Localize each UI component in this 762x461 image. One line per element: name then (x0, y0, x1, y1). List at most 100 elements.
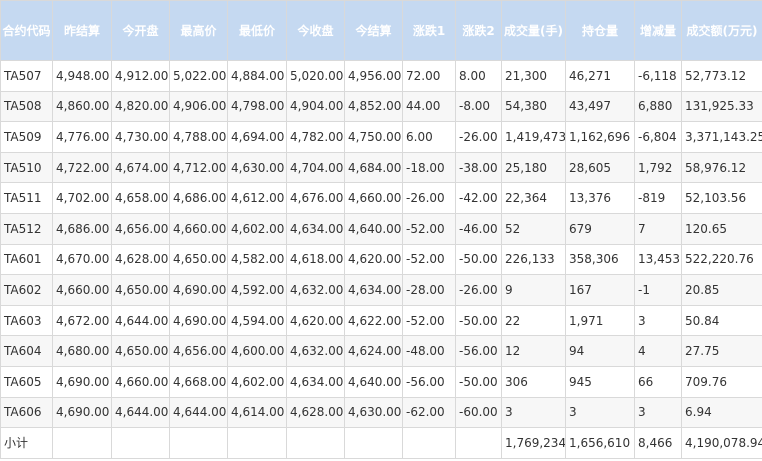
table-cell: 4,686.00 (169, 182, 228, 214)
table-cell (455, 427, 502, 459)
table-cell: 4,730.00 (111, 121, 170, 153)
table-cell: 小计 (0, 427, 53, 459)
table-cell: 4,660.00 (52, 274, 112, 306)
header-settle: 今结算 (344, 0, 403, 61)
table-cell: 1,162,696 (565, 121, 635, 153)
header-prev-settle: 昨结算 (52, 0, 112, 61)
table-cell: 226,133 (501, 243, 566, 276)
table-cell: 4,798.00 (227, 90, 287, 123)
table-cell: -1 (634, 274, 682, 306)
table-cell: -52.00 (402, 212, 456, 245)
header-oi-change: 增减量 (634, 0, 682, 61)
table-cell: 9 (501, 274, 566, 306)
header-open-interest: 持仓量 (565, 0, 635, 61)
table-cell: 4,660.00 (344, 182, 403, 214)
table-cell (227, 427, 287, 459)
table-cell: 4,904.00 (286, 90, 345, 123)
table-cell: -50.00 (455, 365, 502, 398)
table-cell: 120.65 (681, 212, 762, 245)
table-cell: -56.00 (402, 365, 456, 398)
table-cell: 4,644.00 (111, 304, 170, 337)
table-row: TA507 4,948.00 4,912.00 5,022.00 4,884.00 5,0… (0, 60, 762, 92)
table-cell: 12 (501, 335, 566, 367)
table-cell: -8.00 (455, 90, 502, 123)
table-cell: 4,650.00 (111, 274, 170, 306)
table-cell: 46,271 (565, 60, 635, 92)
table-cell: 4,620.00 (344, 243, 403, 276)
table-cell: 679 (565, 212, 635, 245)
table-row: TA602 4,660.00 4,650.00 4,690.00 4,592.00 4,6… (0, 274, 762, 306)
table-cell (286, 427, 345, 459)
table-cell: 4,634.00 (286, 212, 345, 245)
table-cell: 4,776.00 (52, 121, 112, 153)
table-cell: 4,712.00 (169, 151, 228, 184)
table-cell: TA602 (0, 274, 53, 306)
header-change1: 涨跌1 (402, 0, 456, 61)
table-cell: 50.84 (681, 304, 762, 337)
table-cell: 4,690.00 (169, 274, 228, 306)
table-cell: 4,632.00 (286, 335, 345, 367)
table-cell: 1,769,234 (501, 427, 566, 459)
table-cell: 4,618.00 (286, 243, 345, 276)
table-cell: 4,672.00 (52, 304, 112, 337)
table-cell: 4,956.00 (344, 60, 403, 92)
table-cell: 28,605 (565, 151, 635, 184)
table-cell: 4,912.00 (111, 60, 170, 92)
table-cell: 4,602.00 (227, 212, 287, 245)
table-cell: 27.75 (681, 335, 762, 367)
table-cell: 4 (634, 335, 682, 367)
table-cell: -50.00 (455, 243, 502, 276)
table-cell: -42.00 (455, 182, 502, 214)
table-cell: -46.00 (455, 212, 502, 245)
table-cell: 6.94 (681, 396, 762, 429)
table-cell: 7 (634, 212, 682, 245)
table-cell: 6,880 (634, 90, 682, 123)
table-cell: 4,630.00 (227, 151, 287, 184)
table-cell: 4,630.00 (344, 396, 403, 429)
table-cell: TA509 (0, 121, 53, 153)
table-cell: -48.00 (402, 335, 456, 367)
table-cell: 4,660.00 (111, 365, 170, 398)
table-cell (169, 427, 228, 459)
table-cell: 3 (634, 304, 682, 337)
table-cell: 4,600.00 (227, 335, 287, 367)
table-cell: 4,634.00 (286, 365, 345, 398)
futures-quote-table: 合约代码 昨结算 今开盘 最高价 最低价 今收盘 今结算 涨跌1 涨跌2 成交量(手) 持仓量 增减量… (0, 0, 762, 459)
table-cell: 4,820.00 (111, 90, 170, 123)
table-cell: 4,612.00 (227, 182, 287, 214)
table-cell: 4,690.00 (52, 365, 112, 398)
table-cell: -26.00 (402, 182, 456, 214)
table-cell: -819 (634, 182, 682, 214)
table-cell: 4,190,078.94 (681, 427, 762, 459)
header-low: 最低价 (227, 0, 287, 61)
table-cell: 3 (634, 396, 682, 429)
table-row: TA509 4,776.00 4,730.00 4,788.00 4,694.00 4,7… (0, 121, 762, 153)
table-cell: 4,750.00 (344, 121, 403, 153)
table-cell: TA511 (0, 182, 53, 214)
table-cell: 58,976.12 (681, 151, 762, 184)
table-cell: 1,419,473 (501, 121, 566, 153)
table-cell: 5,020.00 (286, 60, 345, 92)
table-cell: 4,782.00 (286, 121, 345, 153)
table-row: TA510 4,722.00 4,674.00 4,712.00 4,630.00 4,7… (0, 151, 762, 184)
table-cell: 3 (565, 396, 635, 429)
table-cell: TA507 (0, 60, 53, 92)
table-cell: 4,686.00 (52, 212, 112, 245)
table-cell: TA605 (0, 365, 53, 398)
table-cell: 1,792 (634, 151, 682, 184)
table-cell: 4,650.00 (169, 243, 228, 276)
table-cell: 358,306 (565, 243, 635, 276)
table-cell: 4,650.00 (111, 335, 170, 367)
header-row: 合约代码 昨结算 今开盘 最高价 最低价 今收盘 今结算 涨跌1 涨跌2 成交量(手) 持仓量 增减量… (0, 0, 762, 61)
table-cell: -56.00 (455, 335, 502, 367)
table-cell: 4,624.00 (344, 335, 403, 367)
table-cell: 4,948.00 (52, 60, 112, 92)
table-cell: TA604 (0, 335, 53, 367)
table-cell: 52 (501, 212, 566, 245)
header-open: 今开盘 (111, 0, 170, 61)
table-cell: -60.00 (455, 396, 502, 429)
table-cell: 4,594.00 (227, 304, 287, 337)
table-cell: 52,103.56 (681, 182, 762, 214)
table-cell: -26.00 (455, 121, 502, 153)
table-cell: -18.00 (402, 151, 456, 184)
